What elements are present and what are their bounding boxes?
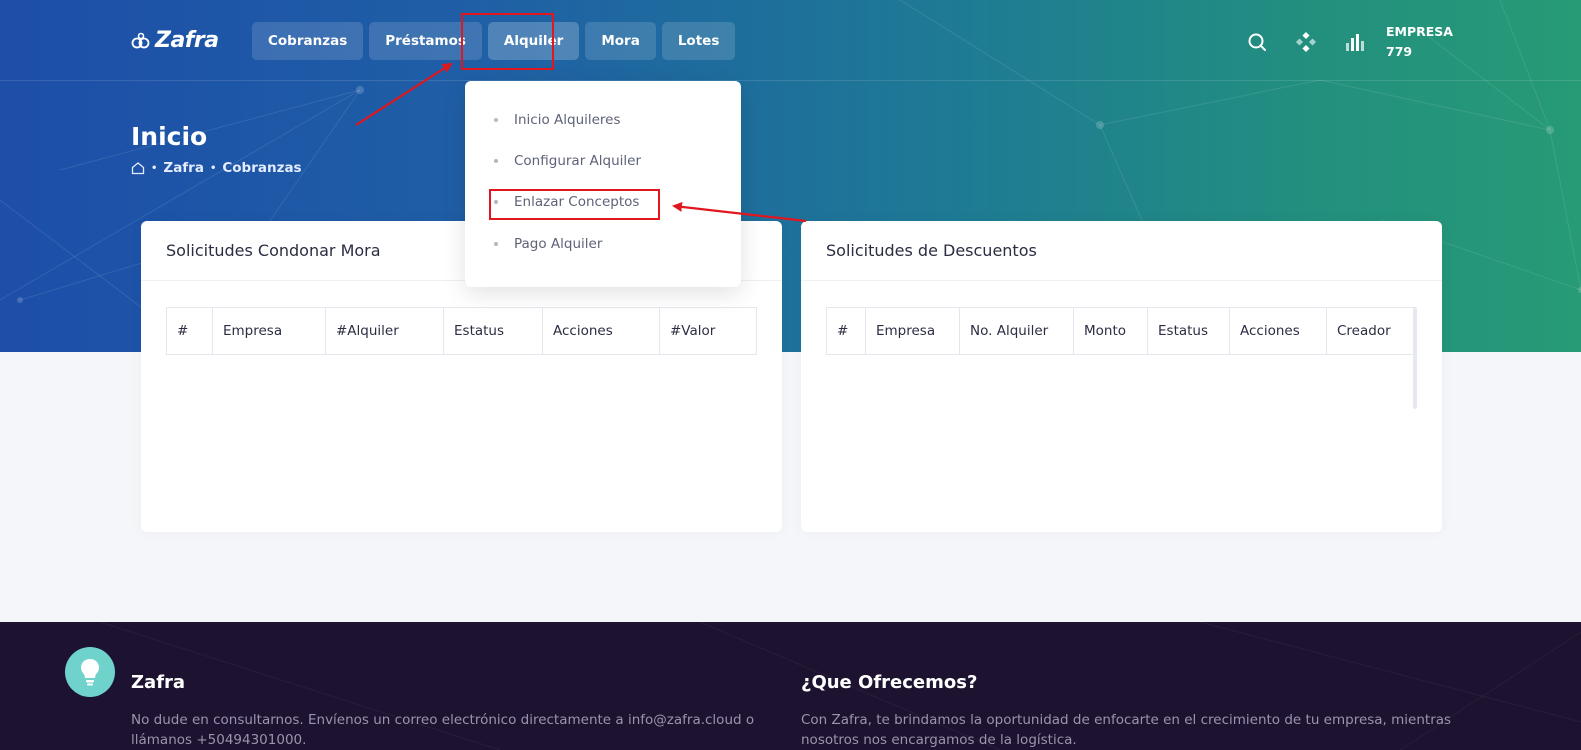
column-header[interactable]: #Valor	[659, 307, 757, 355]
descuentos-table: # Empresa No. Alquiler Monto Estatus Acc…	[826, 307, 1415, 355]
table-header-row: # Empresa #Alquiler Estatus Acciones #Va…	[166, 307, 757, 355]
column-header[interactable]: Empresa	[212, 307, 326, 355]
column-header[interactable]: Estatus	[443, 307, 543, 355]
footer-title-ofrecemos: ¿Que Ofrecemos?	[801, 672, 978, 693]
table-header-row: # Empresa No. Alquiler Monto Estatus Acc…	[826, 307, 1415, 355]
column-header[interactable]: Creador	[1326, 307, 1415, 355]
bar-chart-icon[interactable]	[1344, 31, 1366, 53]
footer-text-line: nosotros nos encargamos de la logística.	[801, 732, 1077, 748]
menu-item-pago-alquiler[interactable]: Pago Alquiler	[494, 236, 602, 252]
footer: Zafra No dude en consultarnos. Envíenos …	[0, 622, 1581, 750]
footer-contact-text: No dude en consultarnos. Envíenos un cor…	[131, 710, 754, 750]
column-header[interactable]: Acciones	[542, 307, 660, 355]
column-header[interactable]: No. Alquiler	[959, 307, 1074, 355]
footer-text-line: Con Zafra, te brindamos la oportunidad d…	[801, 712, 1452, 728]
footer-offer-text: Con Zafra, te brindamos la oportunidad d…	[801, 710, 1451, 750]
lightbulb-icon	[65, 647, 115, 697]
nav-mora[interactable]: Mora	[585, 22, 656, 60]
breadcrumb-item-cobranzas[interactable]: Cobranzas	[222, 160, 301, 176]
nav-lotes[interactable]: Lotes	[661, 22, 736, 60]
logo-icon	[131, 32, 150, 48]
menu-item-label: Pago Alquiler	[514, 236, 603, 252]
company-info[interactable]: EMPRESA 779	[1386, 22, 1453, 62]
footer-text-line: llámanos +50494301000.	[131, 732, 307, 748]
home-icon[interactable]	[131, 161, 145, 175]
bullet-icon	[494, 118, 498, 122]
menu-item-configurar-alquiler[interactable]: Configurar Alquiler	[494, 153, 641, 169]
column-header[interactable]: Estatus	[1147, 307, 1230, 355]
header-divider	[0, 80, 1581, 81]
menu-item-label: Configurar Alquiler	[514, 153, 642, 169]
apps-diamond-icon[interactable]	[1295, 31, 1317, 53]
card-title: Solicitudes de Descuentos	[801, 221, 1442, 281]
column-header[interactable]: #Alquiler	[325, 307, 444, 355]
breadcrumb-item-zafra[interactable]: Zafra	[163, 160, 204, 176]
breadcrumb-separator: •	[209, 162, 217, 174]
annotation-highlight-enlazar	[489, 189, 660, 220]
company-id: 779	[1386, 44, 1413, 59]
table-scrollbar[interactable]	[1413, 307, 1417, 409]
breadcrumb: • Zafra • Cobranzas	[131, 160, 302, 176]
brand-logo[interactable]: Zafra	[131, 28, 219, 53]
nav-cobranzas[interactable]: Cobranzas	[252, 22, 364, 60]
card-descuentos: Solicitudes de Descuentos # Empresa No. …	[801, 221, 1442, 532]
bullet-icon	[494, 242, 498, 246]
menu-item-label: Inicio Alquileres	[514, 112, 621, 128]
column-header[interactable]: Monto	[1073, 307, 1148, 355]
alquiler-dropdown-menu: Inicio Alquileres Configurar Alquiler En…	[465, 81, 741, 287]
footer-text-line: No dude en consultarnos. Envíenos un cor…	[131, 712, 755, 728]
column-header[interactable]: #	[826, 307, 866, 355]
annotation-highlight-alquiler	[461, 13, 554, 70]
condonar-mora-table: # Empresa #Alquiler Estatus Acciones #Va…	[166, 307, 757, 355]
breadcrumb-separator: •	[151, 162, 158, 174]
search-icon[interactable]	[1246, 31, 1268, 53]
footer-title-zafra: Zafra	[131, 672, 186, 693]
page-title: Inicio	[131, 122, 208, 151]
column-header[interactable]: Empresa	[865, 307, 960, 355]
company-label: EMPRESA	[1386, 24, 1453, 39]
column-header[interactable]: Acciones	[1229, 307, 1327, 355]
brand-name: Zafra	[155, 28, 219, 53]
menu-item-inicio-alquileres[interactable]: Inicio Alquileres	[494, 112, 621, 128]
column-header[interactable]: #	[166, 307, 213, 355]
bullet-icon	[494, 159, 498, 163]
